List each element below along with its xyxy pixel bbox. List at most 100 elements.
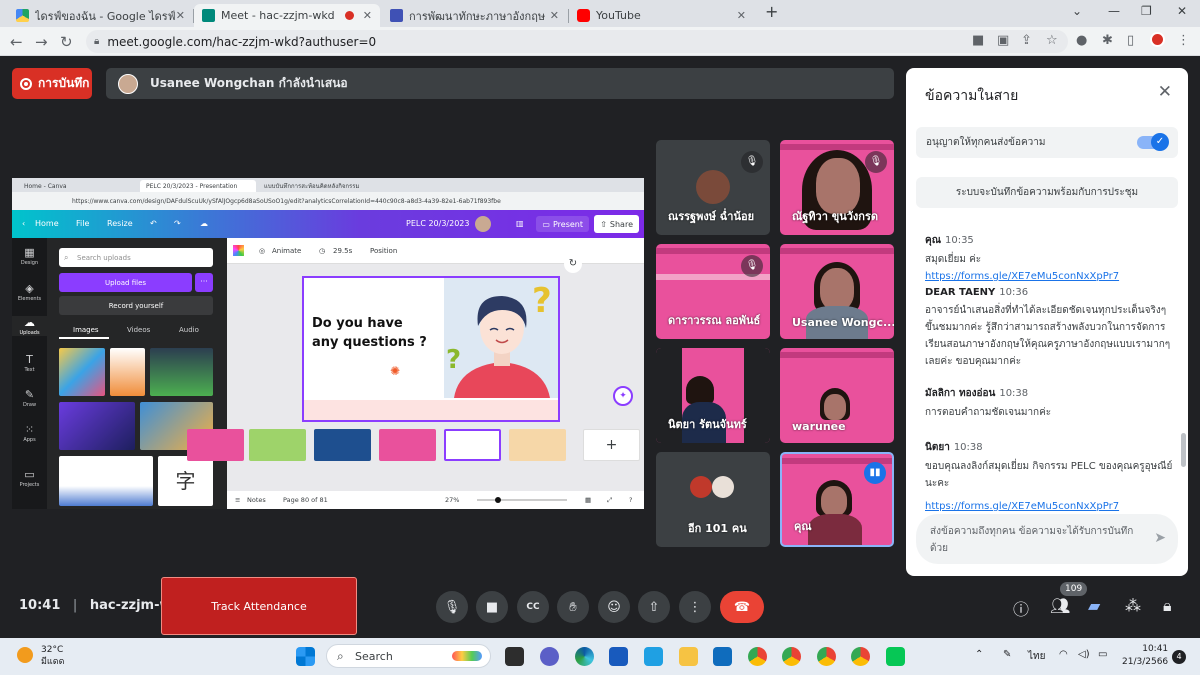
close-icon[interactable]: ✕: [176, 9, 185, 22]
tab-youtube[interactable]: YouTube ✕: [569, 4, 754, 27]
people-icon[interactable]: 👥︎: [1050, 596, 1070, 615]
rail-elements: ◈ Elements: [12, 282, 47, 302]
present-icon: ⇧: [648, 599, 660, 615]
chevron-up-icon[interactable]: ⌃: [975, 649, 983, 660]
rail-label: Design: [20, 260, 39, 266]
track-attendance-button[interactable]: Track Attendance: [161, 577, 357, 635]
reload-icon[interactable]: ↻: [60, 33, 73, 51]
chat-app-icon[interactable]: [540, 647, 559, 666]
notification-badge[interactable]: 4: [1172, 650, 1186, 664]
wifi-icon[interactable]: ◠: [1059, 649, 1068, 660]
translate-icon[interactable]: ▣: [997, 33, 1009, 48]
notes-icon: ≡: [235, 496, 241, 504]
chrome-profile-icon[interactable]: [817, 647, 836, 666]
taskbar-search[interactable]: ⌕ Search: [326, 644, 491, 668]
chrome-profile-icon[interactable]: [851, 647, 870, 666]
url-field[interactable]: 🔒︎ meet.google.com/hac-zzjm-wkd?authuser…: [86, 30, 1068, 53]
info-icon[interactable]: ⓘ: [1013, 596, 1029, 620]
reactions-button[interactable]: ☺: [598, 591, 630, 623]
activities-icon[interactable]: ⁂: [1125, 596, 1141, 615]
chevron-left-icon: ‹: [22, 219, 26, 228]
tab-english-course[interactable]: การพัฒนาทักษะภาษาอังกฤษ English ✕: [382, 4, 567, 27]
camera-icon[interactable]: ■: [972, 33, 984, 48]
tab-meet[interactable]: Meet - hac-zzjm-wkd ✕: [194, 4, 380, 27]
pen-icon[interactable]: ✎: [1003, 649, 1011, 660]
close-icon[interactable]: ✕: [363, 9, 372, 22]
recording-button[interactable]: การบันทึก: [12, 68, 92, 99]
others-tile[interactable]: อีก 101 คน: [656, 452, 770, 547]
color-picker-icon: [233, 245, 244, 256]
participant-tile[interactable]: นิตยา รัตนจันทร์: [656, 348, 770, 443]
restore-icon[interactable]: ❐: [1141, 4, 1152, 18]
participant-tile[interactable]: Usanee Wongc...: [780, 244, 894, 339]
close-icon[interactable]: ✕: [737, 9, 746, 22]
send-icon[interactable]: ➤: [1154, 530, 1166, 547]
taskbar-search-label: Search: [355, 649, 393, 663]
chat-title: ข้อความในสาย: [925, 88, 1019, 104]
battery-icon[interactable]: ▭: [1098, 649, 1107, 660]
design-icon: ▦: [24, 246, 35, 259]
participant-tile[interactable]: 🎙︎ ดาราวรรณ ลอพันธ์: [656, 244, 770, 339]
task-view-icon[interactable]: [505, 647, 524, 666]
participant-tile[interactable]: warunee: [780, 348, 894, 443]
footer-zoom: 27%: [445, 496, 460, 504]
host-controls-icon[interactable]: 🔒︎: [1163, 596, 1172, 616]
chart-icon: ▥: [516, 219, 524, 228]
allow-messages-toggle[interactable]: ✓: [1137, 133, 1169, 151]
raise-hand-button[interactable]: ✋︎: [557, 591, 589, 623]
end-call-button[interactable]: ☎︎: [720, 591, 764, 623]
chrome-icon[interactable]: [748, 647, 767, 666]
close-icon[interactable]: ✕: [1158, 82, 1172, 102]
camera-button[interactable]: ■: [476, 591, 508, 623]
language-indicator[interactable]: ไทย: [1028, 649, 1045, 664]
share-icon[interactable]: ⇪: [1021, 33, 1032, 48]
upload-thumbnail: [110, 348, 145, 396]
extension-avatar-icon[interactable]: ●: [1076, 33, 1087, 48]
present-button[interactable]: ⇧: [638, 591, 670, 623]
forward-icon[interactable]: →: [35, 33, 48, 51]
profile-avatar[interactable]: [1150, 32, 1165, 47]
chrome-profile-icon[interactable]: [782, 647, 801, 666]
zoom-slider-handle: [495, 497, 501, 503]
menu-icon[interactable]: ⋮: [1177, 33, 1190, 48]
participant-name: ณัฐทิวา ขุนวังกรด: [792, 210, 879, 223]
sun-icon: [17, 647, 33, 663]
taskbar-clock[interactable]: 10:41 21/3/2566: [1122, 643, 1168, 669]
close-icon[interactable]: ✕: [550, 9, 559, 22]
chat-icon[interactable]: ▰: [1088, 596, 1100, 615]
close-window-icon[interactable]: ✕: [1177, 4, 1187, 18]
chat-input[interactable]: ส่งข้อความถึงทุกคน ข้อความจะได้รับการบัน…: [916, 514, 1178, 564]
minimize-icon[interactable]: —: [1108, 4, 1120, 18]
participant-tile[interactable]: 🎙︎ ณัฐทิวา ขุนวังกรด: [780, 140, 894, 235]
canva-side-rail: ▦ Design ◈ Elements ☁ Uploads T Text ✎ Draw ⁙…: [12, 238, 47, 509]
rail-uploads: ☁ Uploads: [12, 316, 47, 336]
mail-icon[interactable]: [713, 647, 732, 666]
more-options-button[interactable]: ⋮: [679, 591, 711, 623]
weather-widget[interactable]: 32°C มีแดด: [41, 644, 64, 668]
self-tile[interactable]: ▮▮ คุณ: [780, 452, 894, 547]
rail-label: Uploads: [19, 330, 40, 336]
back-icon[interactable]: ←: [10, 33, 23, 51]
participant-tile[interactable]: 🎙︎ ณรรฐพงษ์ ฉ่ำน้อย: [656, 140, 770, 235]
new-tab-icon[interactable]: +: [765, 2, 778, 21]
captions-button[interactable]: CC: [517, 591, 549, 623]
screen-tab-title: Home - Canva: [24, 182, 67, 190]
message-time: 10:35: [944, 235, 974, 246]
bookmark-icon[interactable]: ☆: [1046, 33, 1058, 48]
mic-button[interactable]: 🎙︎: [436, 591, 468, 623]
message-link[interactable]: https://forms.gle/XE7eMu5conNxXpPr7: [925, 498, 1119, 515]
file-explorer-icon[interactable]: [679, 647, 698, 666]
windows-start-icon[interactable]: [296, 647, 315, 666]
participant-name: นิตยา รัตนจันทร์: [668, 418, 747, 431]
extensions-icon[interactable]: ✱: [1102, 33, 1113, 48]
tab-google-drive[interactable]: ไดรฟ์ของฉัน - Google ไดรฟ์ ✕: [8, 4, 193, 27]
volume-icon[interactable]: ◁): [1078, 649, 1090, 660]
chevron-down-icon[interactable]: ⌄: [1072, 4, 1082, 18]
side-panel-icon[interactable]: ▯: [1127, 33, 1134, 48]
chat-scrollbar[interactable]: [1181, 433, 1186, 467]
word-icon[interactable]: [609, 647, 628, 666]
screen-tab-title: แบบบันทึกการสะท้อนคิดหลังกิจกรรม: [264, 183, 360, 190]
edge-icon[interactable]: [575, 647, 594, 666]
line-icon[interactable]: [886, 647, 905, 666]
app-l-icon[interactable]: [644, 647, 663, 666]
